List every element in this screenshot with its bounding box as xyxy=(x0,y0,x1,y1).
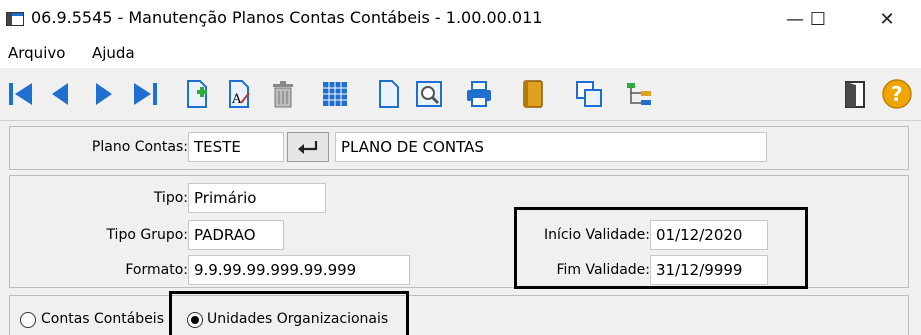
copy-windows-icon[interactable] xyxy=(572,77,606,111)
unidades-highlight-box xyxy=(169,291,409,335)
formato-label: Formato: xyxy=(125,262,188,278)
book-icon[interactable] xyxy=(516,77,550,111)
edit-record-icon[interactable]: A xyxy=(222,77,256,111)
trash-icon[interactable] xyxy=(266,77,300,111)
previous-record-icon[interactable] xyxy=(44,77,78,111)
tipo-label: Tipo: xyxy=(153,190,188,206)
exit-door-icon[interactable] xyxy=(838,77,872,111)
enter-arrow-icon xyxy=(298,141,318,154)
grid-calendar-icon[interactable] xyxy=(318,77,352,111)
enter-lookup-button[interactable] xyxy=(287,132,329,162)
menu-ajuda[interactable]: Ajuda xyxy=(92,44,135,62)
tipo-grupo-label: Tipo Grupo: xyxy=(106,227,188,243)
last-record-icon[interactable] xyxy=(128,77,162,111)
app-icon xyxy=(6,12,24,26)
plano-contas-code-input[interactable]: TESTE xyxy=(188,132,284,162)
options-panel: Contas Contábeis Unidades Organizacionai… xyxy=(9,295,909,335)
svg-text:?: ? xyxy=(891,82,903,106)
menu-arquivo[interactable]: Arquivo xyxy=(8,44,65,62)
blank-document-icon[interactable] xyxy=(372,77,406,111)
close-button[interactable]: ✕ xyxy=(864,0,910,38)
tree-structure-icon[interactable] xyxy=(622,77,656,111)
plano-contas-panel: Plano Contas: TESTE PLANO DE CONTAS xyxy=(9,126,909,170)
tipo-grupo-field: PADRAO xyxy=(188,220,284,250)
menu-bar: Arquivo Ajuda xyxy=(0,38,921,68)
formato-field: 9.9.99.99.999.99.999 xyxy=(188,255,410,285)
help-icon[interactable]: ? xyxy=(880,77,914,111)
contas-contabeis-radio[interactable] xyxy=(20,312,36,328)
contas-contabeis-label[interactable]: Contas Contábeis xyxy=(41,311,164,327)
new-record-icon[interactable] xyxy=(180,77,214,111)
title-bar: 06.9.5545 - Manutenção Planos Contas Con… xyxy=(0,0,921,38)
first-record-icon[interactable] xyxy=(4,77,38,111)
plano-contas-label: Plano Contas: xyxy=(91,139,188,155)
print-preview-icon[interactable] xyxy=(412,77,446,111)
printer-icon[interactable] xyxy=(462,77,496,111)
maximize-button[interactable]: ☐ xyxy=(795,0,841,38)
tipo-field: Primário xyxy=(188,183,326,213)
next-record-icon[interactable] xyxy=(86,77,120,111)
window-title: 06.9.5545 - Manutenção Planos Contas Con… xyxy=(31,8,543,27)
svg-text:A: A xyxy=(231,92,242,107)
validade-highlight-box xyxy=(514,207,808,289)
plano-contas-name-field: PLANO DE CONTAS xyxy=(335,132,767,162)
toolbar: A ? xyxy=(0,68,921,121)
